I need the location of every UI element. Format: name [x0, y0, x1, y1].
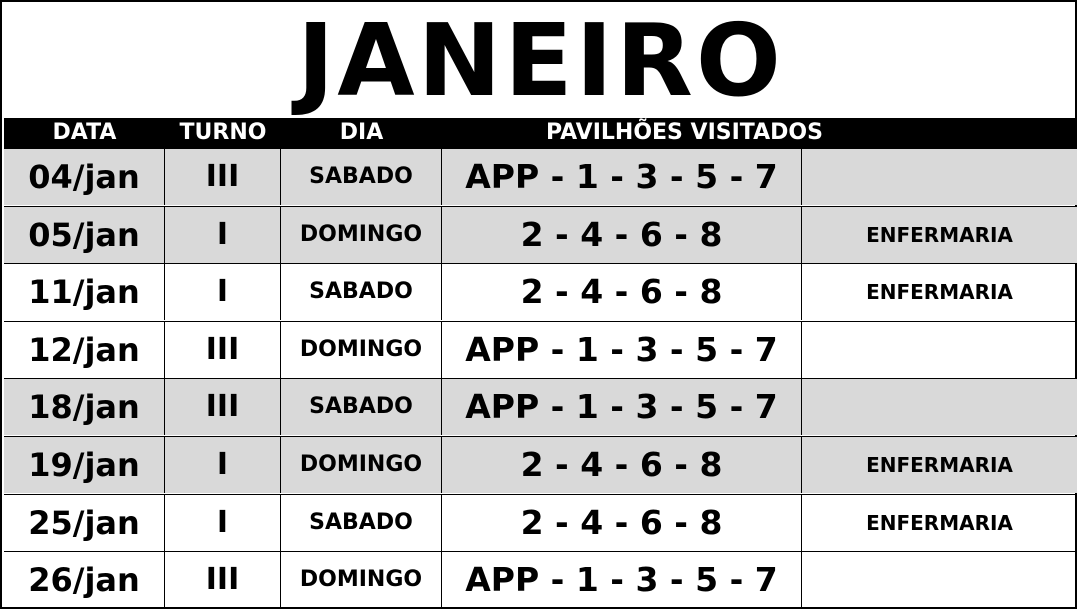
cell-pavilhoes: APP - 1 - 3 - 5 - 7: [442, 148, 802, 205]
schedule-sheet: JANEIRO DATA TURNO DIA PAVILHÕES VISITAD…: [0, 0, 1077, 609]
header-turno: TURNO: [179, 120, 267, 145]
cell-date: 04/jan: [4, 148, 165, 205]
cell-dia: SABADO: [281, 263, 442, 320]
cell-turno: III: [165, 378, 281, 435]
table-row: 25/jan I SABADO 2 - 4 - 6 - 8 ENFERMARIA: [4, 494, 1077, 551]
header-pavilhoes: PAVILHÕES VISITADOS: [546, 120, 823, 145]
cell-date: 05/jan: [4, 206, 165, 263]
table-row: 19/jan I DOMINGO 2 - 4 - 6 - 8 ENFERMARIA: [4, 436, 1077, 493]
table-row: 26/jan III DOMINGO APP - 1 - 3 - 5 - 7: [4, 551, 1077, 608]
header-data: DATA: [52, 120, 117, 145]
table-row: 05/jan I DOMINGO 2 - 4 - 6 - 8 ENFERMARIA: [4, 206, 1077, 263]
cell-extra: [802, 148, 1077, 205]
cell-dia: DOMINGO: [281, 436, 442, 493]
cell-date: 26/jan: [4, 551, 165, 608]
cell-pavilhoes: 2 - 4 - 6 - 8: [442, 436, 802, 493]
table-row: 11/jan I SABADO 2 - 4 - 6 - 8 ENFERMARIA: [4, 263, 1077, 320]
cell-pavilhoes: APP - 1 - 3 - 5 - 7: [442, 321, 802, 378]
cell-pavilhoes: 2 - 4 - 6 - 8: [442, 494, 802, 551]
cell-date: 25/jan: [4, 494, 165, 551]
row-divider: [4, 206, 1077, 207]
cell-turno: III: [165, 321, 281, 378]
cell-pavilhoes: APP - 1 - 3 - 5 - 7: [442, 378, 802, 435]
cell-dia: SABADO: [281, 494, 442, 551]
page-title: JANEIRO: [297, 2, 784, 119]
cell-extra: ENFERMARIA: [866, 279, 1013, 304]
table-row: 18/jan III SABADO APP - 1 - 3 - 5 - 7: [4, 378, 1077, 435]
cell-pavilhoes: 2 - 4 - 6 - 8: [442, 206, 802, 263]
cell-extra: [802, 378, 1077, 435]
cell-dia: DOMINGO: [281, 206, 442, 263]
cell-extra: ENFERMARIA: [866, 452, 1013, 477]
row-divider: [4, 263, 1077, 264]
cell-turno: I: [165, 436, 281, 493]
cell-dia: DOMINGO: [281, 551, 442, 608]
row-divider: [4, 148, 1077, 149]
cell-extra: ENFERMARIA: [866, 510, 1013, 535]
cell-turno: III: [165, 551, 281, 608]
cell-dia: SABADO: [281, 378, 442, 435]
cell-date: 19/jan: [4, 436, 165, 493]
cell-extra: [802, 551, 1077, 608]
row-divider: [4, 494, 1077, 495]
cell-turno: III: [165, 148, 281, 205]
cell-extra: ENFERMARIA: [866, 222, 1013, 247]
header-dia: DIA: [339, 120, 384, 145]
cell-turno: I: [165, 206, 281, 263]
cell-date: 12/jan: [4, 321, 165, 378]
cell-pavilhoes: 2 - 4 - 6 - 8: [442, 263, 802, 320]
row-divider: [4, 321, 1077, 322]
cell-dia: SABADO: [281, 148, 442, 205]
row-divider: [4, 378, 1077, 379]
table-row: 12/jan III DOMINGO APP - 1 - 3 - 5 - 7: [4, 321, 1077, 378]
cell-date: 11/jan: [4, 263, 165, 320]
table-row: 04/jan III SABADO APP - 1 - 3 - 5 - 7: [4, 148, 1077, 205]
cell-date: 18/jan: [4, 378, 165, 435]
row-divider: [4, 551, 1077, 552]
cell-dia: DOMINGO: [281, 321, 442, 378]
cell-turno: I: [165, 494, 281, 551]
row-divider: [4, 436, 1077, 437]
table-header: DATA TURNO DIA PAVILHÕES VISITADOS: [4, 118, 1077, 148]
cell-turno: I: [165, 263, 281, 320]
cell-pavilhoes: APP - 1 - 3 - 5 - 7: [442, 551, 802, 608]
cell-extra: [802, 321, 1077, 378]
